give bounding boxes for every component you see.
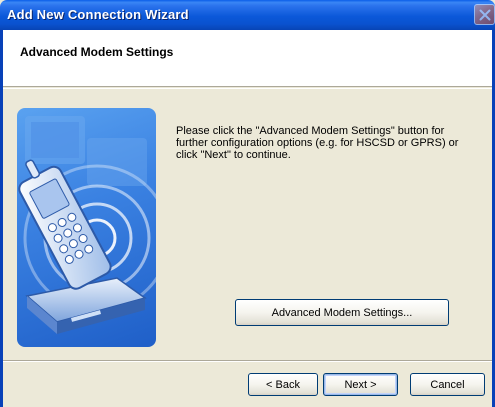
next-button[interactable]: Next > <box>323 373 398 396</box>
footer-divider-highlight <box>3 361 492 362</box>
close-icon <box>479 9 491 21</box>
cancel-button[interactable]: Cancel <box>410 373 485 396</box>
wizard-header: Advanced Modem Settings <box>3 30 492 87</box>
window-title: Add New Connection Wizard <box>7 7 189 22</box>
page-title: Advanced Modem Settings <box>20 45 174 59</box>
mobile-phone-modem-illustration-icon <box>18 116 156 334</box>
close-button[interactable] <box>474 4 495 25</box>
instructions-text: Please click the "Advanced Modem Setting… <box>176 125 459 161</box>
title-bar[interactable]: Add New Connection Wizard <box>0 0 495 30</box>
wizard-window: Add New Connection Wizard Advanced Modem… <box>0 0 495 407</box>
advanced-modem-settings-button[interactable]: Advanced Modem Settings... <box>235 299 449 326</box>
back-button[interactable]: < Back <box>248 373 318 396</box>
header-divider <box>3 88 492 89</box>
wizard-illustration <box>17 108 156 347</box>
